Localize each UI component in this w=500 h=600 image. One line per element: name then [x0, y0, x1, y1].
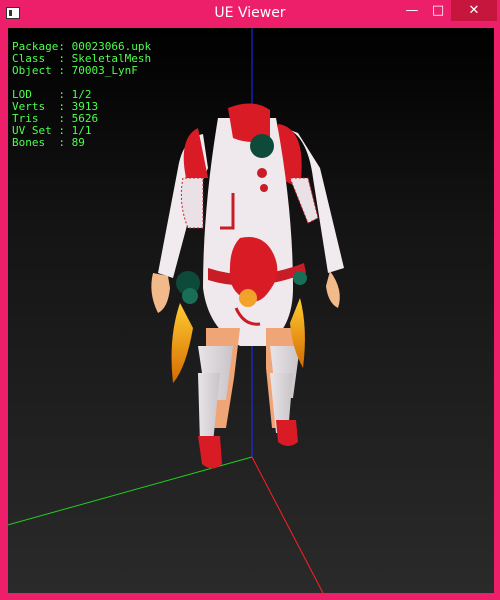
title-bar[interactable]: UE Viewer — □ ✕ — [0, 0, 500, 28]
character-model — [151, 103, 344, 469]
mesh-info-panel: Package: 00023066.upk Class : SkeletalMe… — [12, 41, 151, 149]
maximize-button[interactable]: □ — [425, 0, 451, 21]
3d-viewport[interactable]: Package: 00023066.upk Class : SkeletalMe… — [8, 28, 494, 593]
axis-x-line — [251, 456, 324, 593]
app-window: UE Viewer — □ ✕ Package: 00023066.upk Cl… — [0, 0, 500, 600]
info-object: Object : 70003_LynF — [12, 64, 138, 77]
info-bones: Bones : 89 — [12, 136, 85, 149]
close-button[interactable]: ✕ — [451, 0, 497, 21]
minimize-button[interactable]: — — [399, 0, 425, 21]
